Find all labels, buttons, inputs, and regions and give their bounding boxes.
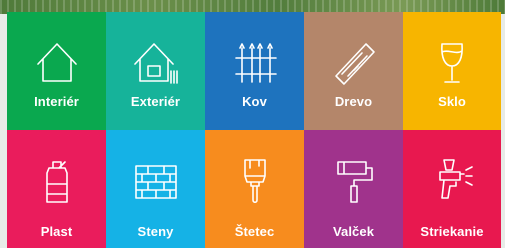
tile-drevo[interactable]: Drevo: [304, 12, 403, 130]
tile-label: Drevo: [334, 94, 373, 109]
tile-label: Steny: [137, 224, 174, 239]
tile-label: Plast: [40, 224, 73, 239]
tile-label: Sklo: [438, 94, 466, 109]
plastic-bottle-icon: [35, 154, 79, 206]
house-icon: [35, 36, 79, 88]
tile-plast[interactable]: Plast: [7, 130, 106, 248]
paint-brush-icon: [233, 154, 277, 206]
tile-label: Interiér: [34, 94, 79, 109]
tile-stetec[interactable]: Štetec: [205, 130, 304, 248]
tile-label: Striekanie: [420, 224, 484, 239]
tile-sklo[interactable]: Sklo: [403, 12, 501, 130]
tile-label: Exteriér: [130, 94, 181, 109]
wine-glass-icon: [430, 36, 474, 88]
tile-label: Kov: [242, 94, 267, 109]
tile-valcek[interactable]: Valček: [304, 130, 403, 248]
wood-plank-icon: [332, 36, 376, 88]
tile-interier[interactable]: Interiér: [7, 12, 106, 130]
tile-steny[interactable]: Steny: [106, 130, 205, 248]
paint-roller-icon: [332, 154, 376, 206]
tile-label: Valček: [332, 224, 375, 239]
tile-exterier[interactable]: Exteriér: [106, 12, 205, 130]
metal-fence-icon: [233, 36, 277, 88]
tile-label: Štetec: [234, 224, 275, 239]
spray-gun-icon: [430, 154, 474, 206]
category-grid: Interiér Exteriér Kov Drevo Sklo Plast S…: [7, 12, 501, 248]
tile-kov[interactable]: Kov: [205, 12, 304, 130]
house-fence-icon: [133, 36, 178, 88]
brick-wall-icon: [134, 154, 178, 206]
tile-striekanie[interactable]: Striekanie: [403, 130, 501, 248]
